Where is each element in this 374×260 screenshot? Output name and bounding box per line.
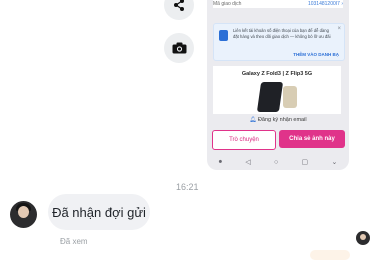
phone-image (256, 82, 284, 112)
nav-recents-icon: ▢ (301, 159, 309, 166)
notice-text: Liên kết tài khoản số điện thoại của bạn… (233, 28, 331, 39)
message-timestamp: 16:21 (176, 182, 199, 192)
phone-book-icon (219, 30, 228, 41)
order-label: Mã giao dịch (213, 1, 242, 7)
avatar[interactable] (10, 201, 37, 228)
phone-image-secondary (283, 86, 297, 108)
shared-screenshot-image[interactable]: Mã giao dịch 1031481200I7 › Liên kết tài… (207, 0, 349, 170)
bell-icon: 🔔︎ (249, 117, 257, 123)
email-signup: 🔔︎ Đăng ký nhận email (207, 117, 349, 123)
share-image-button: Chia sẻ ảnh này (279, 130, 345, 148)
order-id: 1031481200I7 › (307, 1, 343, 7)
close-icon: × (337, 26, 341, 32)
ad-title: Galaxy Z Fold3 | Z Flip3 5G (241, 71, 313, 77)
ad-banner: Galaxy Z Fold3 | Z Flip3 5G (213, 66, 341, 114)
notice-card: Liên kết tài khoản số điện thoại của bạn… (213, 23, 345, 61)
share-icon (174, 0, 184, 11)
nav-dot-icon: ⦁ (218, 158, 223, 165)
share-button[interactable] (164, 0, 194, 20)
camera-button[interactable] (164, 33, 194, 63)
nav-collapse-icon: ⌄ (331, 159, 338, 166)
nav-back-icon: ◁ (245, 159, 251, 166)
android-nav-bar: ⦁ ◁ ○ ▢ ⌄ (207, 155, 349, 169)
order-header: Mã giao dịch 1031481200I7 › (213, 0, 343, 8)
message-bubble[interactable]: Đã nhận đợi gửi (48, 194, 150, 230)
notice-link: THÊM VÀO DANH BẠ (293, 52, 339, 57)
camera-icon (172, 42, 186, 54)
chat-button: Trò chuyện (212, 130, 276, 150)
message-text: Đã nhận đợi gửi (52, 204, 146, 220)
next-message-preview (310, 250, 350, 260)
read-receipt-avatar (356, 231, 370, 245)
nav-home-icon: ○ (274, 158, 279, 166)
seen-status: Đã xem (60, 237, 88, 246)
email-text: Đăng ký nhận email (257, 117, 307, 123)
